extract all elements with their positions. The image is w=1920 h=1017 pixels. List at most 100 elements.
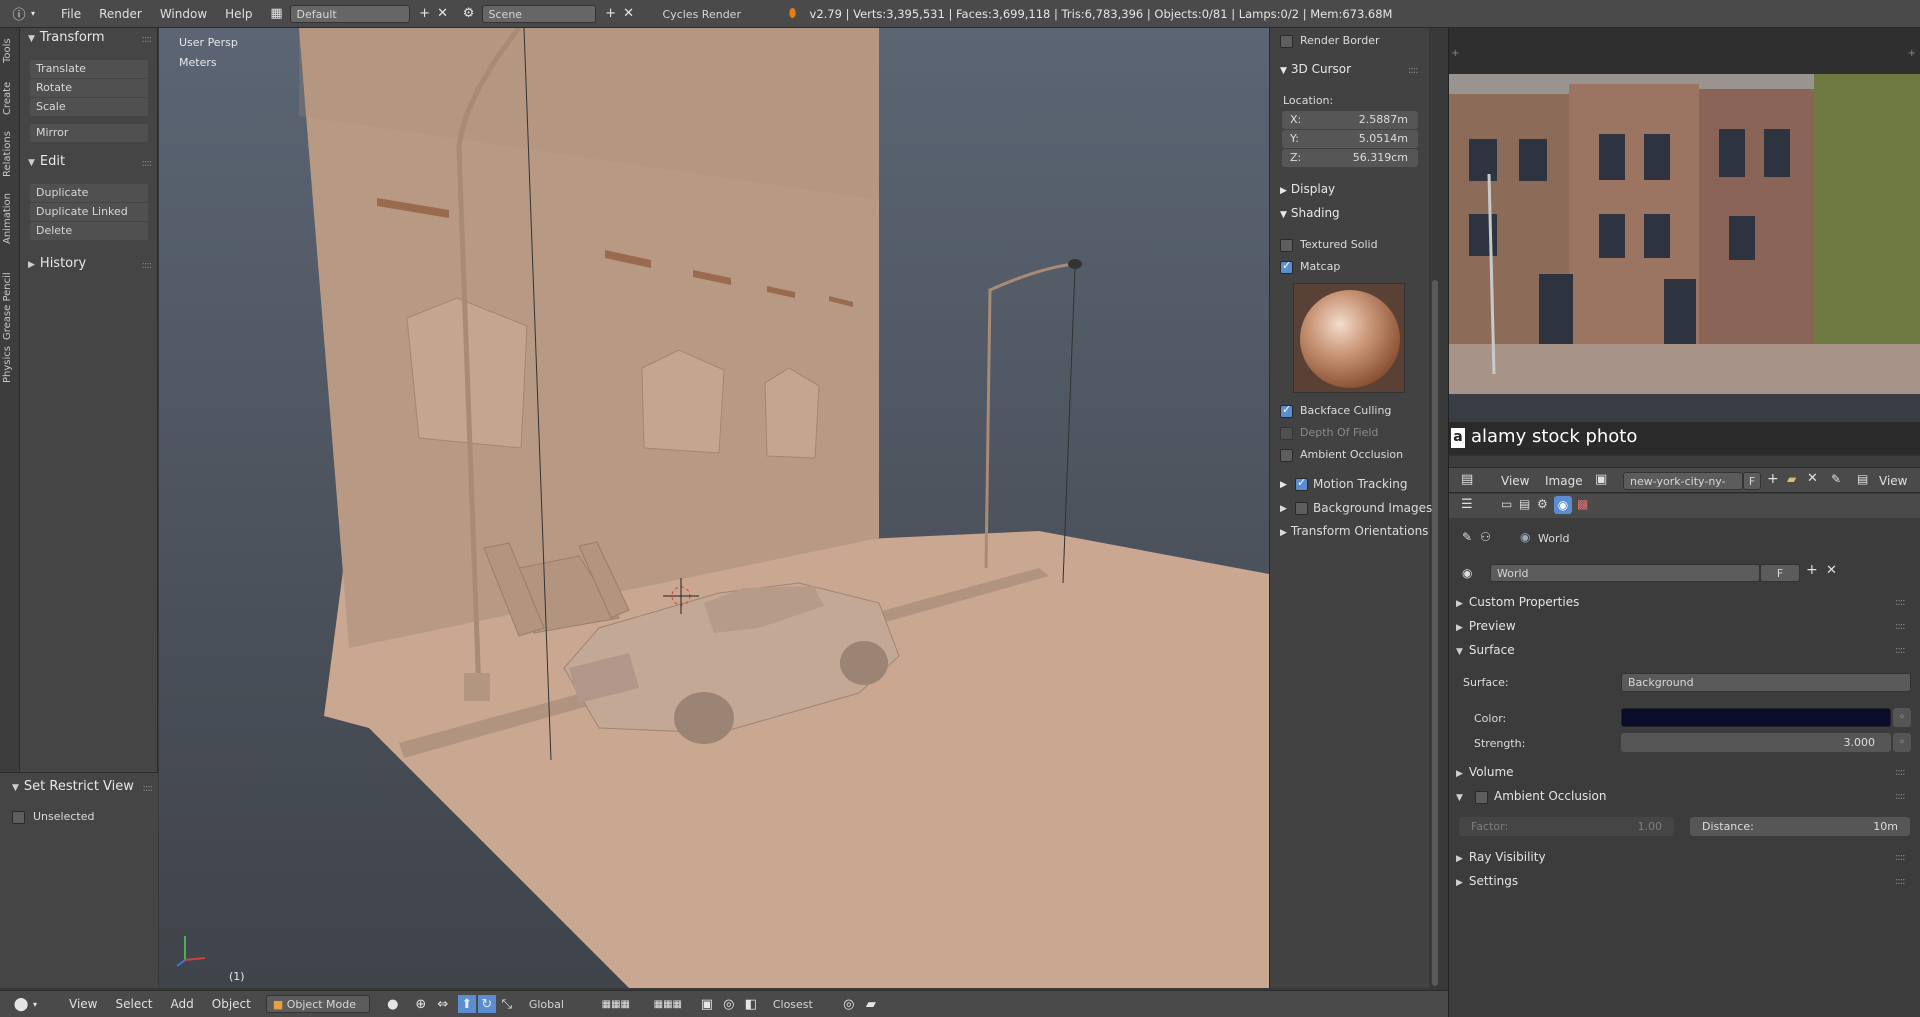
- ambient-occlusion-checkbox[interactable]: [1280, 449, 1293, 462]
- add-layout-icon[interactable]: +: [416, 5, 434, 23]
- menu-window[interactable]: Window: [151, 7, 216, 21]
- depth-of-field-checkbox[interactable]: [1280, 427, 1293, 440]
- new-image-icon[interactable]: +: [1767, 471, 1779, 487]
- render-tab-icon[interactable]: ▭: [1501, 497, 1512, 511]
- lock-camera-icon[interactable]: ▣: [698, 995, 716, 1013]
- shading-panel-header[interactable]: ▼ Shading: [1280, 206, 1340, 220]
- volume-panel-header[interactable]: ▶ Volume: [1456, 765, 1514, 779]
- tab-physics[interactable]: Physics: [2, 340, 18, 390]
- ao-factor-field[interactable]: Factor: 1.00: [1459, 817, 1674, 836]
- edit-panel-header[interactable]: ▼ Edit: [28, 154, 65, 169]
- image-fake-user-button[interactable]: F: [1743, 472, 1761, 490]
- ray-visibility-panel-header[interactable]: ▶ Ray Visibility: [1456, 850, 1546, 864]
- translate-button[interactable]: Translate: [30, 60, 148, 78]
- drag-grip-icon[interactable]: ::::: [143, 783, 154, 794]
- menu-view[interactable]: View: [60, 997, 106, 1011]
- screen-layout-field[interactable]: Default: [289, 4, 410, 23]
- motion-tracking-panel-header[interactable]: ▶: [1280, 476, 1291, 490]
- menu-image[interactable]: Image: [1545, 474, 1583, 488]
- pin-icon[interactable]: ✎: [1831, 472, 1841, 486]
- drag-grip-icon[interactable]: ::::: [1895, 852, 1906, 863]
- display-panel-header[interactable]: ▶ Display: [1280, 182, 1335, 196]
- menu-add[interactable]: Add: [162, 997, 203, 1011]
- drag-grip-icon[interactable]: ::::: [1895, 645, 1906, 656]
- cursor-x-field[interactable]: X: 2.5887m: [1282, 111, 1418, 129]
- layers-grid-icon[interactable]: ▦▦▦: [644, 995, 692, 1013]
- preview-panel-header[interactable]: ▶ Preview: [1456, 619, 1516, 633]
- new-world-icon[interactable]: +: [1806, 562, 1818, 578]
- snap-element-icon[interactable]: ◧: [742, 995, 760, 1013]
- add-scene-icon[interactable]: +: [602, 5, 620, 23]
- background-color-swatch[interactable]: [1621, 708, 1891, 727]
- pin-context-icon[interactable]: ✎: [1462, 530, 1472, 544]
- drag-grip-icon[interactable]: ::::: [142, 260, 153, 271]
- mirror-button[interactable]: Mirror: [30, 124, 148, 142]
- properties-editor-icon[interactable]: ☰: [1461, 497, 1473, 512]
- menu-select[interactable]: Select: [106, 997, 161, 1011]
- tab-create[interactable]: Create: [2, 78, 18, 118]
- cursor-z-field[interactable]: Z: 56.319cm: [1282, 149, 1418, 167]
- backface-culling-checkbox[interactable]: [1280, 403, 1293, 418]
- duplicate-linked-button[interactable]: Duplicate Linked: [30, 203, 148, 221]
- cursor-panel-header[interactable]: ▼ 3D Cursor: [1280, 62, 1351, 76]
- image-editor[interactable]: + + a alamy stock photo: [1449, 28, 1920, 456]
- scene-tab-icon[interactable]: ⚙: [1537, 497, 1548, 511]
- transform-orientations-panel-header[interactable]: ▶ Transform Orientations: [1280, 524, 1428, 538]
- open-folder-icon[interactable]: ▰: [1787, 472, 1796, 486]
- view-mode-label[interactable]: View: [1879, 474, 1907, 488]
- world-fake-user-button[interactable]: F: [1760, 564, 1800, 582]
- drag-grip-icon[interactable]: ::::: [142, 158, 153, 169]
- tab-tools[interactable]: Tools: [2, 34, 18, 68]
- ambient-occlusion-panel-header[interactable]: ▼: [1456, 789, 1469, 803]
- restrict-view-header[interactable]: ▼ Set Restrict View: [12, 779, 134, 794]
- render-layers-tab-icon[interactable]: ▤: [1519, 497, 1530, 511]
- settings-panel-header[interactable]: ▶ Settings: [1456, 874, 1518, 888]
- interaction-mode-select[interactable]: ■ Object Mode: [265, 995, 370, 1013]
- render-border-checkbox[interactable]: [1280, 35, 1293, 48]
- plus-small-icon[interactable]: +: [1908, 48, 1916, 59]
- tab-relations[interactable]: Relations: [2, 126, 18, 182]
- menu-file[interactable]: File: [52, 7, 90, 21]
- menu-view[interactable]: View: [1501, 474, 1529, 488]
- menu-object[interactable]: Object: [203, 997, 260, 1011]
- drag-grip-icon[interactable]: ::::: [1895, 876, 1906, 887]
- color-link-icon[interactable]: ◦: [1893, 708, 1911, 727]
- world-name-field[interactable]: World: [1490, 564, 1760, 582]
- render-engine-select[interactable]: Cycles Render: [655, 4, 768, 23]
- plus-small-icon[interactable]: +: [1451, 48, 1459, 59]
- rotate-manipulator-icon[interactable]: ↻: [477, 995, 496, 1013]
- drag-grip-icon[interactable]: ::::: [1895, 597, 1906, 608]
- matcap-preview-sphere[interactable]: [1293, 283, 1405, 393]
- scene-icon[interactable]: ⚙: [460, 5, 478, 23]
- background-images-panel-header[interactable]: ▶: [1280, 500, 1291, 514]
- world-browse-icon[interactable]: ◉: [1462, 566, 1472, 580]
- surface-shader-select[interactable]: Background: [1621, 673, 1911, 692]
- ambient-occlusion-enable-checkbox[interactable]: [1475, 791, 1488, 804]
- viewport-shading-icon[interactable]: ●: [384, 995, 402, 1013]
- background-images-checkbox[interactable]: [1295, 502, 1308, 515]
- pivot-point-icon[interactable]: ⊕: [412, 995, 430, 1013]
- opengl-render-icon[interactable]: ◎: [840, 995, 858, 1013]
- matcap-checkbox[interactable]: [1280, 259, 1293, 274]
- custom-properties-panel-header[interactable]: ▶ Custom Properties: [1456, 595, 1579, 609]
- texture-tab-icon[interactable]: ▩: [1577, 497, 1588, 511]
- rotate-button[interactable]: Rotate: [30, 79, 148, 97]
- duplicate-button[interactable]: Duplicate: [30, 184, 148, 202]
- manipulator-toggle-icon[interactable]: ⇔: [434, 995, 452, 1013]
- drag-grip-icon[interactable]: ::::: [1895, 791, 1906, 802]
- ao-distance-field[interactable]: Distance: 10m: [1690, 817, 1910, 836]
- delete-button[interactable]: Delete: [30, 222, 148, 240]
- strength-link-icon[interactable]: ◦: [1893, 733, 1911, 752]
- chevron-down-icon[interactable]: ▾: [28, 5, 38, 23]
- surface-panel-header[interactable]: ▼ Surface: [1456, 643, 1515, 657]
- motion-tracking-checkbox[interactable]: [1295, 476, 1308, 491]
- scale-manipulator-icon[interactable]: ⤡: [498, 995, 516, 1013]
- scale-button[interactable]: Scale: [30, 98, 148, 116]
- menu-help[interactable]: Help: [216, 7, 261, 21]
- strength-field[interactable]: 3.000: [1621, 733, 1891, 752]
- info-editor-icon[interactable]: ⓘ: [10, 5, 28, 23]
- textured-solid-checkbox[interactable]: [1280, 239, 1293, 252]
- transform-orientation-select[interactable]: Global: [521, 995, 578, 1013]
- unlink-world-icon[interactable]: ✕: [1826, 563, 1837, 578]
- translate-manipulator-icon[interactable]: ⬆: [457, 995, 476, 1013]
